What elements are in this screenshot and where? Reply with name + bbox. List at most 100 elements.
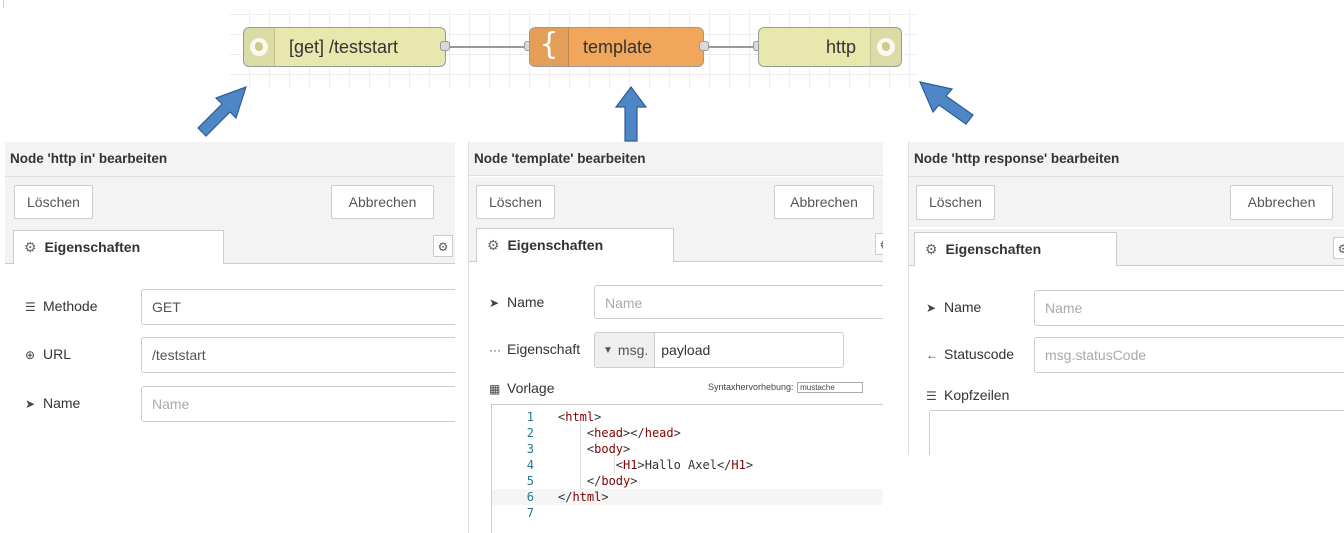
template-edit-panel: Node 'template' bearbeiten Löschen Abbre… [468, 142, 883, 533]
globe-icon [870, 28, 901, 66]
cancel-button[interactable]: Abbrechen [331, 185, 434, 219]
settings-tab-gear-icon[interactable]: ⚙ [875, 233, 883, 255]
delete-button[interactable]: Löschen [476, 185, 555, 219]
url-row: ⊕ URL /teststart [5, 337, 455, 373]
globe-icon [244, 28, 275, 66]
delete-button[interactable]: Löschen [916, 185, 995, 220]
code-text: <H1>Hallo Axel</H1> [558, 458, 754, 472]
canvas-edge-mark [3, 0, 4, 8]
tab-properties-label: Eigenschaften [44, 239, 141, 255]
name-row: ➤ Name Name [909, 290, 1344, 326]
headers-label: ☰ Kopfzeilen [926, 387, 1010, 403]
name-label: ➤ Name [489, 294, 545, 310]
status-code-input[interactable]: msg.statusCode [1034, 337, 1344, 373]
wire-template-httpres[interactable] [705, 46, 759, 48]
cancel-button[interactable]: Abbrechen [1230, 185, 1333, 220]
method-row: ☰ Methode GET [5, 289, 455, 325]
http-in-node[interactable]: [get] /teststart [243, 27, 446, 67]
panel-title: Node 'http in' bearbeiten [5, 142, 455, 177]
code-line[interactable]: 2 <head></head> [492, 425, 883, 441]
code-text: </html> [558, 490, 609, 504]
http-in-edit-panel: Node 'http in' bearbeiten Löschen Abbrec… [5, 142, 455, 427]
template-label-row: ▦ Vorlage Syntaxhervorhebung: mustache [469, 378, 883, 400]
tab-properties-label: Eigenschaften [945, 241, 1042, 257]
wire-httpin-template[interactable] [448, 46, 530, 48]
property-value[interactable]: payload [655, 342, 716, 358]
panel-title: Node 'http response' bearbeiten [909, 142, 1344, 177]
gear-icon: ⚙ [925, 241, 938, 257]
code-line[interactable]: 1 <html> [492, 409, 883, 425]
template-label: ▦ Vorlage [489, 380, 555, 396]
method-label: ☰ Methode [25, 298, 98, 314]
tag-icon: ➤ [489, 296, 500, 310]
name-input[interactable]: Name [141, 386, 455, 422]
panel-title: Node 'template' bearbeiten [469, 142, 883, 176]
code-line[interactable]: 4 <H1>Hallo Axel</H1> [492, 457, 883, 473]
tab-properties-label: Eigenschaften [507, 237, 604, 253]
line-number: 1 [526, 410, 534, 424]
http-response-node[interactable]: http [758, 27, 902, 67]
code-line[interactable]: 5 </body> [492, 473, 883, 489]
caret-down-icon: ▼ [603, 344, 613, 356]
code-text: <head></head> [558, 426, 681, 440]
name-row: ➤ Name Name [5, 386, 455, 422]
arrow-to-http-in [197, 86, 247, 137]
ellipsis-icon: ··· [489, 343, 501, 357]
line-number: 6 [526, 490, 534, 504]
syntax-select[interactable]: mustache [797, 382, 864, 393]
name-label: ➤ Name [25, 395, 81, 411]
name-input[interactable]: Name [594, 285, 883, 319]
cancel-button[interactable]: Abbrechen [774, 185, 874, 219]
tab-bar: ⚙ Eigenschaften ⚙ [5, 227, 455, 264]
tab-properties[interactable]: ⚙ Eigenschaften [13, 230, 224, 264]
code-line[interactable]: 7 [492, 505, 883, 521]
tab-properties[interactable]: ⚙ Eigenschaften [914, 232, 1117, 266]
headers-list[interactable] [929, 410, 1344, 455]
syntax-highlight-label: Syntaxhervorhebung: mustache [708, 382, 864, 393]
button-tray: Löschen Abbrechen [469, 177, 883, 227]
gear-icon: ⚙ [24, 239, 37, 255]
file-code-icon: ▦ [489, 382, 501, 396]
name-input[interactable]: Name [1034, 290, 1344, 326]
template-output-port[interactable] [699, 41, 709, 51]
property-row: ··· Eigenschaft ▼ msg. payload [469, 332, 883, 368]
code-line[interactable]: 3 <body> [492, 441, 883, 457]
status-code-row: ← Statuscode msg.statusCode [909, 337, 1344, 373]
http-response-node-label: http [825, 36, 856, 57]
method-select[interactable]: GET [141, 289, 455, 325]
code-text: <body> [558, 442, 631, 456]
code-text: </body> [558, 474, 638, 488]
line-number: 7 [526, 506, 534, 520]
gear-icon: ⚙ [487, 237, 500, 253]
property-label: ··· Eigenschaft [489, 341, 581, 357]
url-input[interactable]: /teststart [141, 337, 455, 373]
http-in-output-port[interactable] [440, 41, 450, 51]
status-code-label: ← Statuscode [926, 346, 1015, 362]
template-code-editor[interactable]: 1 <html> 2 <head></head> 3 <body> 4 <H1>Hall… [491, 404, 883, 533]
arrow-to-http-response [918, 81, 974, 125]
list-icon: ☰ [25, 300, 36, 314]
delete-button[interactable]: Löschen [14, 185, 93, 219]
tag-icon: ➤ [926, 301, 937, 315]
template-node[interactable]: { template [529, 27, 704, 67]
tag-icon: ➤ [25, 397, 36, 411]
curly-brace-icon: { [530, 28, 569, 66]
line-number: 3 [526, 442, 534, 456]
line-number: 2 [526, 426, 534, 440]
http-in-node-label: [get] /teststart [289, 36, 399, 57]
code-line[interactable]: 6 </html> [492, 489, 883, 505]
http-response-edit-panel: Node 'http response' bearbeiten Löschen … [908, 142, 1344, 455]
name-label: ➤ Name [926, 299, 982, 315]
property-typed-input[interactable]: ▼ msg. payload [594, 332, 844, 368]
settings-tab-gear-icon[interactable]: ⚙ [433, 235, 453, 257]
arrow-to-template [614, 86, 648, 142]
settings-tab-gear-icon[interactable]: ⚙ [1333, 237, 1344, 259]
headers-label-row: ☰ Kopfzeilen [909, 386, 1344, 408]
property-type-select[interactable]: ▼ msg. [595, 333, 656, 367]
line-number: 4 [526, 458, 534, 472]
list-icon: ☰ [926, 389, 937, 403]
name-row: ➤ Name Name [469, 285, 883, 321]
tab-properties[interactable]: ⚙ Eigenschaften [476, 228, 674, 262]
tab-bar: ⚙ Eigenschaften ⚙ [469, 225, 883, 262]
button-tray: Löschen Abbrechen [5, 177, 455, 227]
